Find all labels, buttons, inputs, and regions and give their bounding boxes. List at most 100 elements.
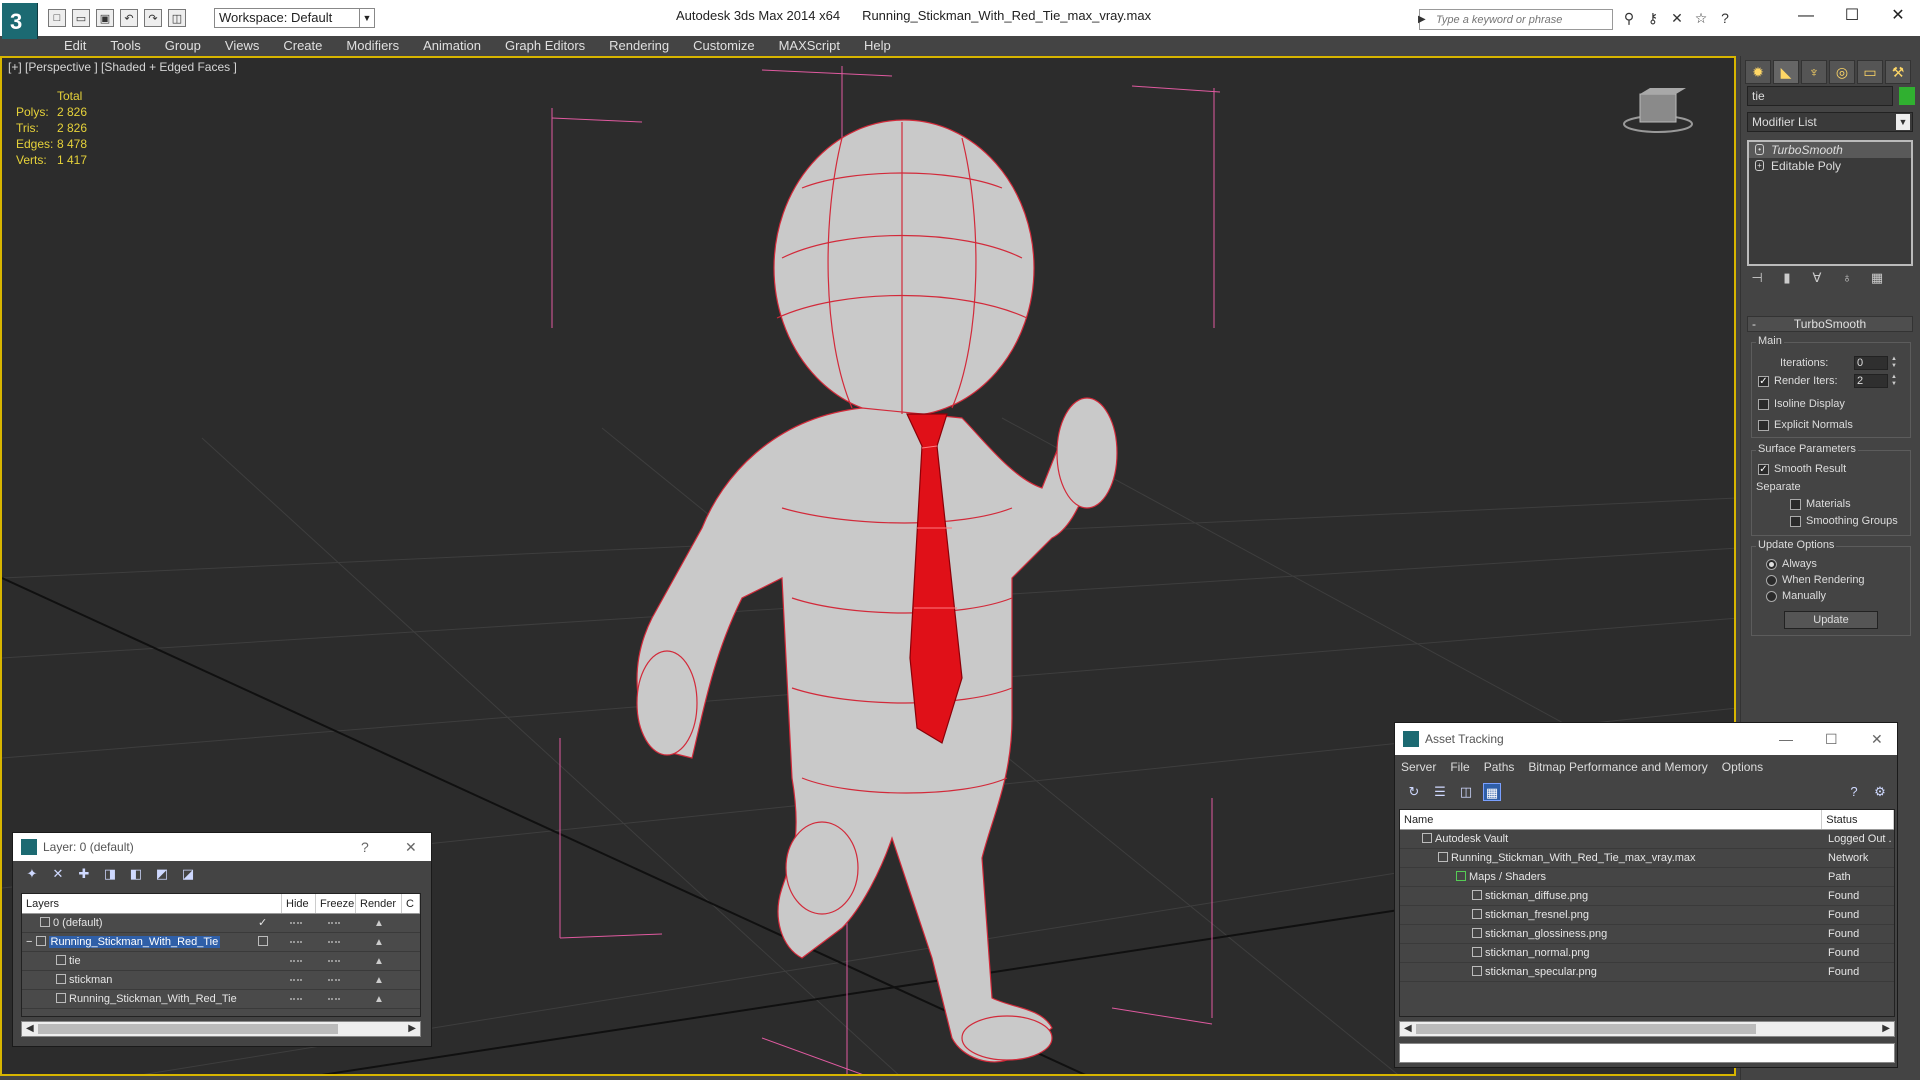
object-name-field[interactable]: tie xyxy=(1747,86,1893,106)
help-search[interactable]: ▶ xyxy=(1418,9,1613,30)
motion-tab-icon[interactable]: ◎ xyxy=(1829,60,1855,84)
hide-toggle[interactable] xyxy=(290,941,302,944)
spinner-arrows-icon[interactable]: ▲ ▼ xyxy=(1890,374,1898,388)
modify-tab-icon[interactable]: ◣ xyxy=(1773,60,1799,84)
close-icon[interactable]: ✕ xyxy=(405,833,417,861)
col-hide[interactable]: Hide xyxy=(282,894,316,913)
binoculars-icon[interactable]: ⚲ xyxy=(1620,9,1638,27)
scroll-left-icon[interactable]: ◀ xyxy=(26,1022,34,1036)
menu-server[interactable]: Server xyxy=(1401,755,1436,779)
delete-icon[interactable]: ✕ xyxy=(49,865,67,883)
render-iters-spinner[interactable]: 2 xyxy=(1854,374,1888,388)
show-end-result-icon[interactable]: ▮ xyxy=(1779,270,1795,286)
key-icon[interactable]: ⚷ xyxy=(1644,9,1662,27)
project-folder-icon[interactable]: ◫ xyxy=(168,9,186,27)
refresh-icon[interactable]: ↻ xyxy=(1405,783,1423,801)
modifier-list-dropdown[interactable]: Modifier List ▼ xyxy=(1747,112,1913,132)
hide-all-icon[interactable]: ◩ xyxy=(153,865,171,883)
table-row[interactable]: 0 (default) ✓ ▲ xyxy=(22,914,420,933)
table-row[interactable]: Running_Stickman_With_Red_Tie ▲ xyxy=(22,990,420,1009)
pin-stack-icon[interactable]: ⊣ xyxy=(1749,270,1765,286)
select-objects-icon[interactable]: ◨ xyxy=(101,865,119,883)
collapse-icon[interactable]: − xyxy=(26,936,32,948)
menu-help[interactable]: Help xyxy=(852,36,903,56)
remove-modifier-icon[interactable]: ♁ xyxy=(1839,270,1855,286)
help-icon[interactable]: ? xyxy=(1716,9,1734,27)
menu-graph-editors[interactable]: Graph Editors xyxy=(493,36,597,56)
col-render[interactable]: Render xyxy=(356,894,402,913)
table-row[interactable]: Running_Stickman_With_Red_Tie_max_vray.m… xyxy=(1400,849,1894,883)
maximize-button[interactable]: ☐ xyxy=(1832,4,1872,28)
save-icon[interactable]: ▣ xyxy=(96,9,114,27)
hide-toggle[interactable] xyxy=(290,922,302,925)
when-rendering-radio[interactable] xyxy=(1766,575,1777,586)
col-color[interactable]: C xyxy=(402,894,420,913)
minimize-button[interactable]: — xyxy=(1786,4,1826,28)
table-row[interactable]: stickman_fresnel.png Found xyxy=(1400,906,1894,925)
scroll-thumb[interactable] xyxy=(38,1024,338,1034)
table-row[interactable]: Autodesk Vault Logged Out . xyxy=(1400,830,1894,849)
stack-item-turbosmooth[interactable]: • TurboSmooth xyxy=(1749,142,1911,158)
render-teapot-icon[interactable]: ▲ xyxy=(374,914,384,933)
viewport-label[interactable]: [+] [Perspective ] [Shaded + Edged Faces… xyxy=(8,60,237,74)
hide-toggle[interactable] xyxy=(290,960,302,963)
tree-view-icon[interactable]: ◫ xyxy=(1457,783,1475,801)
viewcube-icon[interactable] xyxy=(1622,88,1694,136)
configure-sets-icon[interactable]: ▦ xyxy=(1869,270,1885,286)
render-teapot-icon[interactable]: ▲ xyxy=(374,933,384,952)
asset-horizontal-scrollbar[interactable]: ◀ ▶ xyxy=(1399,1021,1895,1037)
freeze-toggle[interactable] xyxy=(328,979,340,982)
menu-customize[interactable]: Customize xyxy=(681,36,766,56)
materials-checkbox[interactable] xyxy=(1790,499,1801,510)
hide-toggle[interactable] xyxy=(290,979,302,982)
maximize-button[interactable]: ☐ xyxy=(1825,723,1838,755)
table-row[interactable]: stickman ▲ xyxy=(22,971,420,990)
table-view-icon[interactable]: ▦ xyxy=(1483,783,1501,801)
help-icon[interactable]: ? xyxy=(1845,783,1863,801)
chevron-down-icon[interactable]: ▼ xyxy=(359,8,375,28)
layers-horizontal-scrollbar[interactable]: ◀ ▶ xyxy=(21,1021,421,1037)
menu-paths[interactable]: Paths xyxy=(1484,755,1515,779)
col-name[interactable]: Name xyxy=(1400,810,1823,829)
open-file-icon[interactable]: ▭ xyxy=(72,9,90,27)
render-teapot-icon[interactable]: ▲ xyxy=(374,971,384,990)
menu-group[interactable]: Group xyxy=(153,36,213,56)
star-icon[interactable]: ☆ xyxy=(1692,9,1710,27)
close-icon[interactable]: ✕ xyxy=(1871,723,1883,755)
table-row[interactable]: tie ▲ xyxy=(22,952,420,971)
update-button[interactable]: Update xyxy=(1784,611,1878,629)
smooth-result-checkbox[interactable]: ✓ xyxy=(1758,464,1769,475)
app-menu-button[interactable]: 3 xyxy=(2,3,38,39)
menu-file[interactable]: File xyxy=(1450,755,1469,779)
menu-animation[interactable]: Animation xyxy=(411,36,493,56)
add-selection-icon[interactable]: ✚ xyxy=(75,865,93,883)
layer-window-titlebar[interactable]: Layer: 0 (default) ? ✕ xyxy=(13,833,431,861)
table-row[interactable]: Maps / Shaders xyxy=(1400,868,1894,887)
help-button[interactable]: ? xyxy=(361,833,369,861)
freeze-all-icon[interactable]: ◪ xyxy=(179,865,197,883)
asset-window-titlebar[interactable]: Asset Tracking — ☐ ✕ xyxy=(1395,723,1897,755)
render-teapot-icon[interactable]: ▲ xyxy=(374,952,384,971)
freeze-toggle[interactable] xyxy=(328,922,340,925)
settings-icon[interactable]: ⚙ xyxy=(1871,783,1889,801)
smoothing-groups-checkbox[interactable] xyxy=(1790,516,1801,527)
utilities-tab-icon[interactable]: ⚒ xyxy=(1885,60,1911,84)
render-teapot-icon[interactable]: ▲ xyxy=(374,990,384,1009)
table-row[interactable]: stickman_glossiness.png Found xyxy=(1400,925,1894,944)
new-file-icon[interactable]: □ xyxy=(48,9,66,27)
make-unique-icon[interactable]: ∀ xyxy=(1809,270,1825,286)
menu-views[interactable]: Views xyxy=(213,36,271,56)
explicit-normals-checkbox[interactable] xyxy=(1758,420,1769,431)
always-radio[interactable] xyxy=(1766,559,1777,570)
freeze-toggle[interactable] xyxy=(328,998,340,1001)
manually-radio[interactable] xyxy=(1766,591,1777,602)
turbosmooth-rollout-header[interactable]: - TurboSmooth xyxy=(1747,316,1913,332)
expand-plus-icon[interactable]: + xyxy=(1755,160,1764,171)
hierarchy-tab-icon[interactable]: ♆ xyxy=(1801,60,1827,84)
table-row[interactable]: stickman_diffuse.png Found xyxy=(1400,887,1894,906)
freeze-toggle[interactable] xyxy=(328,960,340,963)
workspace-select[interactable]: Workspace: Default ▼ xyxy=(214,8,375,28)
active-layer-icon[interactable] xyxy=(258,936,268,946)
redo-icon[interactable]: ↷ xyxy=(144,9,162,27)
col-freeze[interactable]: Freeze xyxy=(316,894,356,913)
